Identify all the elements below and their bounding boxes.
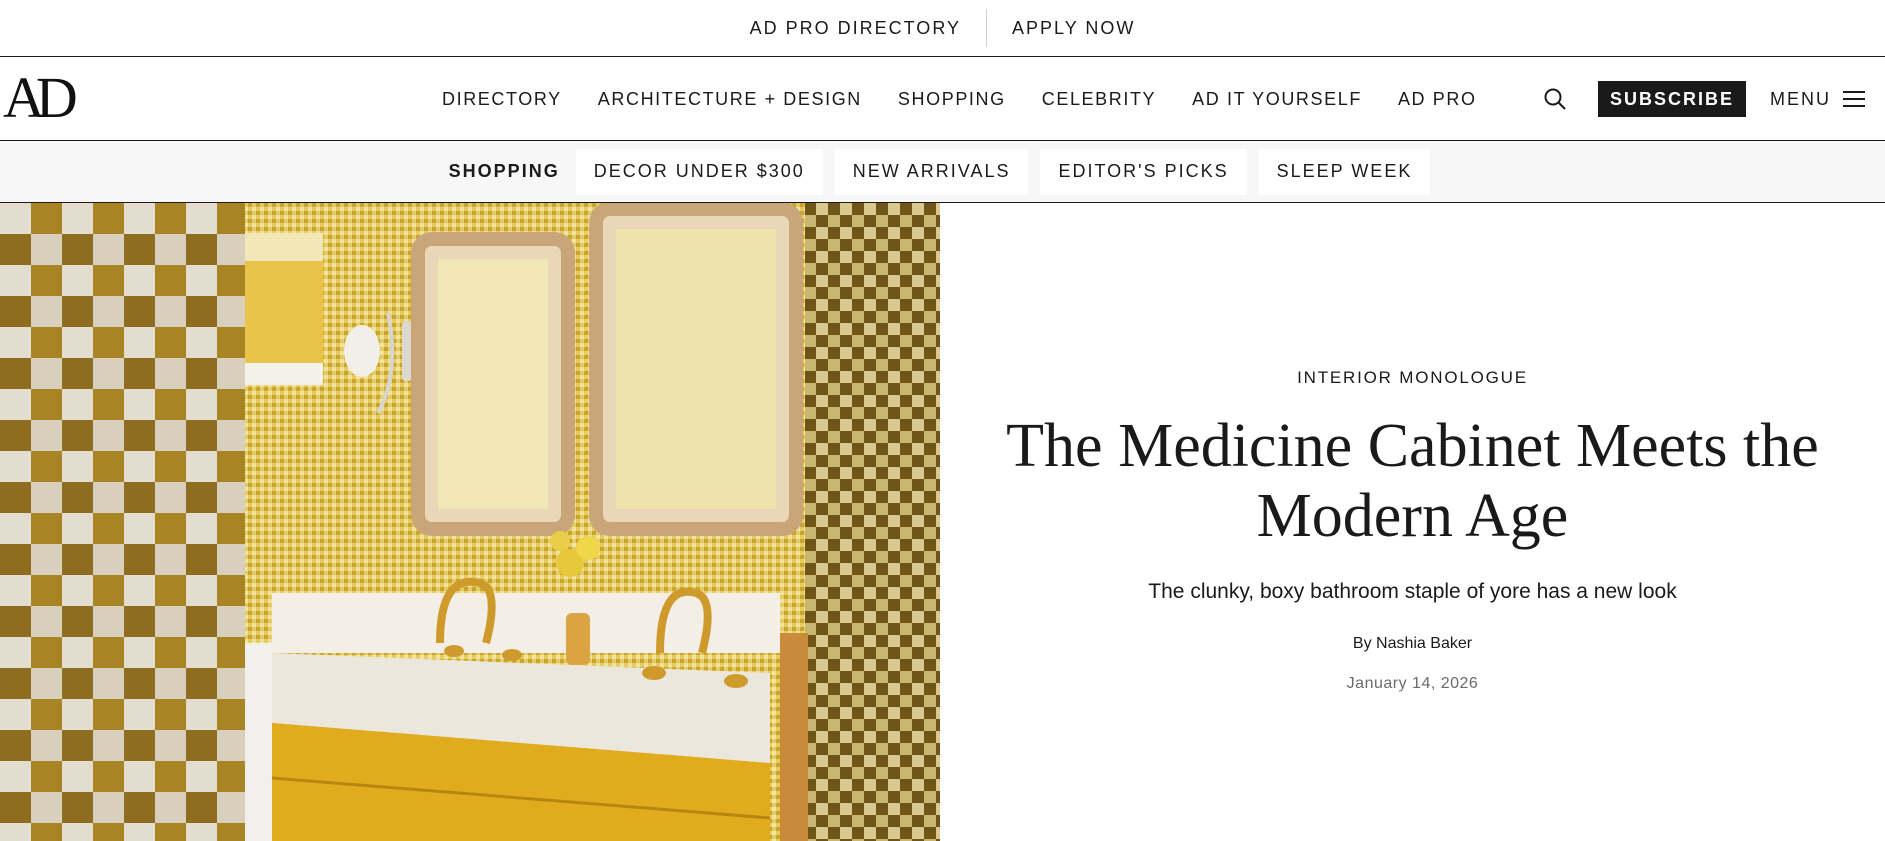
nav-actions: SUBSCRIBE MENU bbox=[1542, 57, 1865, 141]
bathroom-illustration bbox=[0, 203, 940, 841]
menu-label: MENU bbox=[1770, 88, 1831, 109]
article-rubric[interactable]: INTERIOR MONOLOGUE bbox=[940, 368, 1885, 388]
subnav-item-new-arrivals[interactable]: NEW ARRIVALS bbox=[834, 148, 1029, 195]
subnav-item-editors-picks[interactable]: EDITOR'S PICKS bbox=[1040, 148, 1247, 195]
subnav-label: SHOPPING bbox=[448, 161, 560, 181]
nav-item-celebrity[interactable]: CELEBRITY bbox=[1042, 89, 1156, 110]
nav-item-directory[interactable]: DIRECTORY bbox=[442, 89, 562, 110]
article-header: INTERIOR MONOLOGUE The Medicine Cabinet … bbox=[940, 203, 1885, 841]
nav-item-shopping[interactable]: SHOPPING bbox=[898, 89, 1006, 110]
search-icon[interactable] bbox=[1542, 86, 1568, 112]
main-nav: AD DIRECTORY ARCHITECTURE + DESIGN SHOPP… bbox=[0, 57, 1885, 141]
hero-image bbox=[0, 203, 940, 841]
subscribe-button[interactable]: SUBSCRIBE bbox=[1597, 81, 1746, 117]
nav-item-architecture-design[interactable]: ARCHITECTURE + DESIGN bbox=[598, 89, 862, 110]
nav-item-ad-it-yourself[interactable]: AD IT YOURSELF bbox=[1192, 89, 1362, 110]
apply-now-link[interactable]: APPLY NOW bbox=[998, 18, 1149, 39]
article-headline: The Medicine Cabinet Meets the Modern Ag… bbox=[1006, 412, 1819, 550]
subnav-item-decor-under-300[interactable]: DECOR UNDER $300 bbox=[575, 148, 823, 195]
subnav-item-sleep-week[interactable]: SLEEP WEEK bbox=[1258, 148, 1431, 195]
article-byline[interactable]: By Nashia Baker bbox=[940, 635, 1885, 653]
article-dek: The clunky, boxy bathroom staple of yore… bbox=[1148, 580, 1677, 603]
nav-item-ad-pro[interactable]: AD PRO bbox=[1398, 89, 1477, 110]
utility-bar: AD PRO DIRECTORY APPLY NOW bbox=[0, 0, 1885, 57]
hamburger-icon bbox=[1843, 91, 1865, 107]
utility-divider bbox=[986, 9, 987, 47]
ad-pro-directory-link[interactable]: AD PRO DIRECTORY bbox=[736, 18, 975, 39]
publish-date: January 14, 2026 bbox=[1346, 675, 1479, 692]
ad-logo[interactable]: AD bbox=[3, 69, 78, 127]
nav-links: DIRECTORY ARCHITECTURE + DESIGN SHOPPING… bbox=[424, 57, 1495, 141]
menu-button[interactable]: MENU bbox=[1770, 89, 1865, 110]
shopping-subnav: SHOPPING DECOR UNDER $300 NEW ARRIVALS E… bbox=[0, 141, 1885, 203]
